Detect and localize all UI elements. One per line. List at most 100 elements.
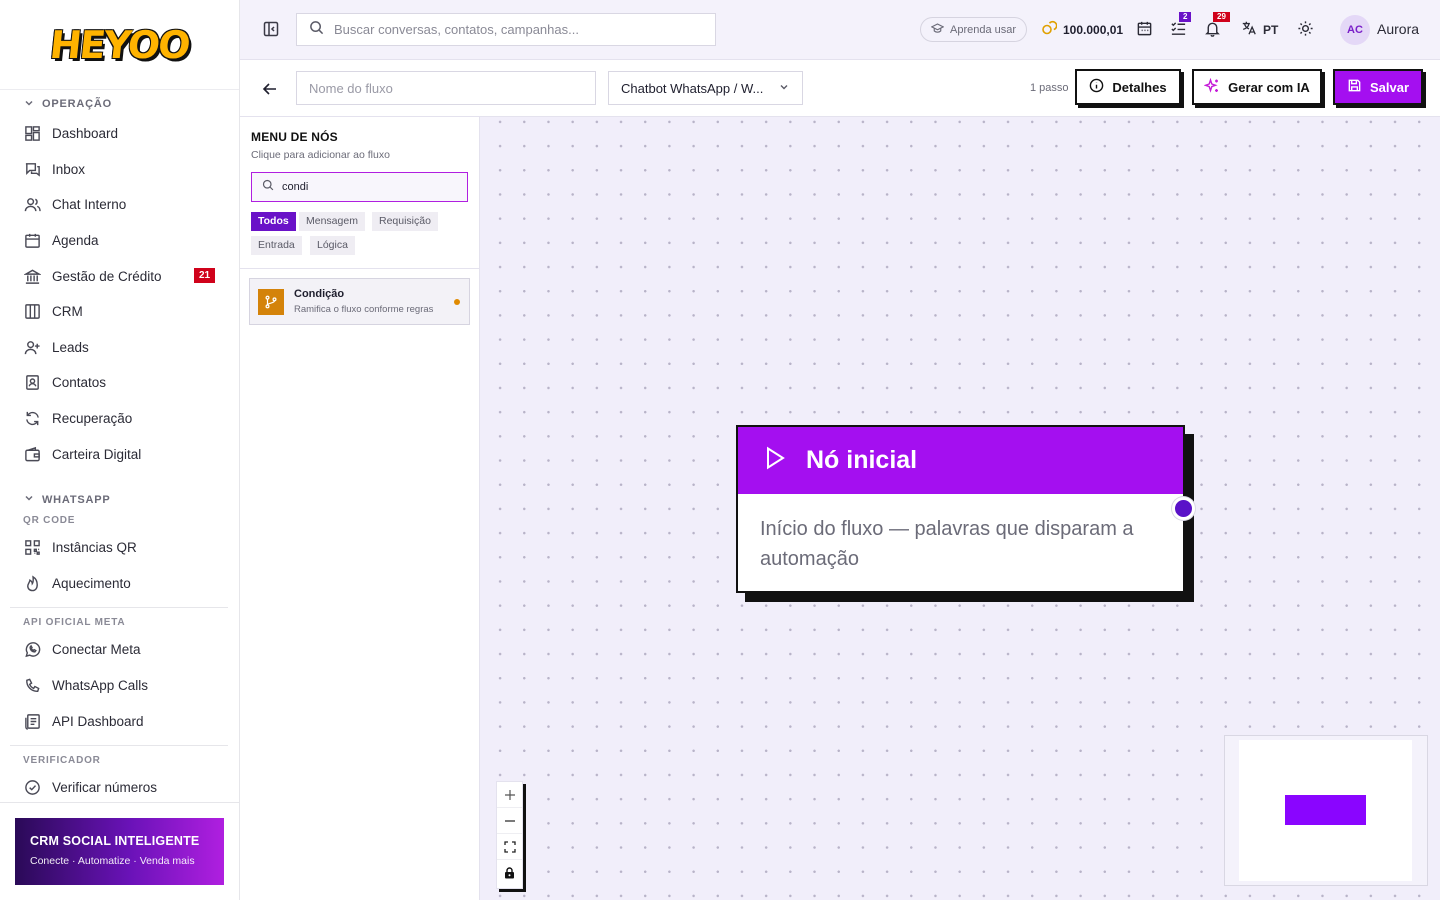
start-node-body: Início do fluxo — palavras que disparam … xyxy=(760,518,1134,570)
divider xyxy=(10,744,228,746)
sidebar-item-carteira-digital[interactable]: Carteira Digital xyxy=(0,436,240,472)
sidebar-item-crm[interactable]: CRM xyxy=(0,294,240,330)
sidebar-item-label: WhatsApp Calls xyxy=(52,678,149,694)
subsection-qr-code: QR CODE xyxy=(23,514,76,526)
filter-chip-todos[interactable]: Todos xyxy=(251,212,296,231)
language-selector[interactable]: PT xyxy=(1241,20,1278,39)
sidebar-item-dashboard[interactable]: Dashboard xyxy=(0,116,240,152)
sidebar-item-label: Recuperação xyxy=(52,411,133,427)
bell-icon[interactable]: 29 xyxy=(1204,12,1230,38)
columns-icon xyxy=(23,303,41,321)
sidebar-item-label: Leads xyxy=(52,339,89,355)
flow-name-input[interactable]: Nome do fluxo xyxy=(296,71,596,105)
arrow-left-icon[interactable] xyxy=(261,80,279,98)
logo-area: HEYOO xyxy=(0,0,239,90)
sidebar-item-chat-interno[interactable]: Chat Interno xyxy=(0,187,240,223)
save-button[interactable]: Salvar xyxy=(1333,69,1423,105)
zoom-out-button[interactable] xyxy=(497,808,522,834)
sidebar-item-aquecimento[interactable]: Aquecimento xyxy=(0,566,240,602)
users-icon xyxy=(23,196,41,214)
credits-balance[interactable]: 100.000,01 xyxy=(1041,20,1123,39)
lock-button[interactable] xyxy=(497,860,522,886)
sidebar-item-contatos[interactable]: Contatos xyxy=(0,365,240,401)
promo-subtitle: Conecte · Automatize · Venda mais xyxy=(30,855,195,867)
divider xyxy=(0,802,239,803)
translate-icon xyxy=(1241,20,1257,39)
sidebar-item-whatsapp-calls[interactable]: WhatsApp Calls xyxy=(0,668,240,704)
status-dot xyxy=(454,299,460,305)
sidebar-item-label: Contatos xyxy=(52,375,107,391)
node-option-title: Condição xyxy=(294,288,345,300)
calendar-icon[interactable] xyxy=(1136,20,1154,38)
filter-chip-mensagem[interactable]: Mensagem xyxy=(299,212,365,231)
tasks-icon[interactable]: 2 xyxy=(1170,12,1192,38)
node-option-condicao[interactable]: Condição Ramifica o fluxo conforme regra… xyxy=(249,278,470,325)
zoom-controls xyxy=(496,781,523,889)
section-operacao[interactable]: OPERAÇÃO xyxy=(0,92,240,116)
sidebar-item-recuperacao[interactable]: Recuperação xyxy=(0,401,240,437)
flow-canvas[interactable]: Nó inicial Início do fluxo — palavras qu… xyxy=(480,117,1440,900)
sidebar-item-inbox[interactable]: Inbox xyxy=(0,152,240,188)
theme-sun-icon[interactable] xyxy=(1297,20,1315,38)
filter-chip-entrada[interactable]: Entrada xyxy=(251,236,302,255)
sidebar-item-label: Chat Interno xyxy=(52,197,127,213)
bank-icon xyxy=(23,267,41,285)
sidebar: HEYOO OPERAÇÃO Dashboard Inbox Chat Inte… xyxy=(0,0,240,900)
node-menu-panel: MENU DE NÓS Clique para adicionar ao flu… xyxy=(240,117,480,900)
start-node[interactable]: Nó inicial Início do fluxo — palavras qu… xyxy=(736,425,1185,593)
sidebar-item-agenda[interactable]: Agenda xyxy=(0,223,240,259)
sidebar-item-label: API Dashboard xyxy=(52,713,144,729)
brand-logo[interactable]: HEYOO xyxy=(48,23,191,67)
sidebar-item-label: Dashboard xyxy=(52,126,119,142)
details-label: Detalhes xyxy=(1112,79,1167,95)
sidebar-nav: OPERAÇÃO Dashboard Inbox Chat Interno Ag… xyxy=(0,90,240,802)
save-label: Salvar xyxy=(1369,79,1410,95)
sidebar-item-gestao-credito[interactable]: Gestão de Crédito 21 xyxy=(0,258,240,294)
chevron-down-icon xyxy=(24,98,34,111)
play-icon xyxy=(762,445,788,476)
filter-chip-requisicao[interactable]: Requisição xyxy=(372,212,438,231)
sidebar-item-verificar-numeros[interactable]: Verificar números xyxy=(0,770,240,802)
learn-button[interactable]: Aprenda usar xyxy=(920,17,1028,42)
section-title: OPERAÇÃO xyxy=(42,98,112,110)
sidebar-item-conectar-meta[interactable]: Conectar Meta xyxy=(0,632,240,668)
start-node-header: Nó inicial xyxy=(738,427,1183,494)
minimap-viewport xyxy=(1239,740,1412,881)
save-icon xyxy=(1347,78,1362,96)
node-menu-title: MENU DE NÓS xyxy=(251,130,338,144)
promo-banner[interactable]: CRM SOCIAL INTELIGENTE Conecte · Automat… xyxy=(15,818,224,885)
sidebar-item-label: Gestão de Crédito xyxy=(52,268,162,284)
zoom-in-button[interactable] xyxy=(497,782,522,808)
node-search-value: condi xyxy=(282,181,309,193)
steps-count: 1 passo xyxy=(1030,82,1069,94)
node-search-input[interactable]: condi xyxy=(251,172,468,202)
fit-view-button[interactable] xyxy=(497,834,522,860)
sidebar-item-leads[interactable]: Leads xyxy=(0,330,240,366)
wallet-icon xyxy=(23,445,41,463)
dashboard-icon xyxy=(23,125,41,143)
inbox-icon xyxy=(23,160,41,178)
avatar[interactable]: AC xyxy=(1340,15,1370,45)
top-bar: Buscar conversas, contatos, campanhas...… xyxy=(240,0,1440,60)
flow-type-select[interactable]: Chatbot WhatsApp / W... xyxy=(608,71,803,105)
global-search-input[interactable]: Buscar conversas, contatos, campanhas... xyxy=(296,13,716,46)
graduation-cap-icon xyxy=(930,22,945,38)
contact-icon xyxy=(23,374,41,392)
node-menu-subtitle: Clique para adicionar ao fluxo xyxy=(251,149,390,161)
details-button[interactable]: Detalhes xyxy=(1075,69,1181,105)
calendar-icon xyxy=(23,232,41,250)
generate-ai-button[interactable]: Gerar com IA xyxy=(1192,69,1322,105)
branch-icon xyxy=(258,289,284,315)
start-node-title: Nó inicial xyxy=(806,446,918,474)
sidebar-toggle-icon[interactable] xyxy=(262,20,280,38)
flow-editor-header: Nome do fluxo Chatbot WhatsApp / W... 1 … xyxy=(240,60,1440,117)
user-name[interactable]: Aurora xyxy=(1377,21,1419,37)
sidebar-item-api-dashboard[interactable]: API Dashboard xyxy=(0,703,240,739)
coins-icon xyxy=(1041,20,1058,39)
sidebar-item-instancias-qr[interactable]: Instâncias QR xyxy=(0,530,240,566)
output-handle[interactable] xyxy=(1172,497,1195,520)
minimap[interactable] xyxy=(1224,735,1428,886)
filter-chip-logica[interactable]: Lógica xyxy=(310,236,355,255)
section-whatsapp[interactable]: WHATSAPP xyxy=(0,488,240,512)
chevron-down-icon xyxy=(24,493,34,506)
